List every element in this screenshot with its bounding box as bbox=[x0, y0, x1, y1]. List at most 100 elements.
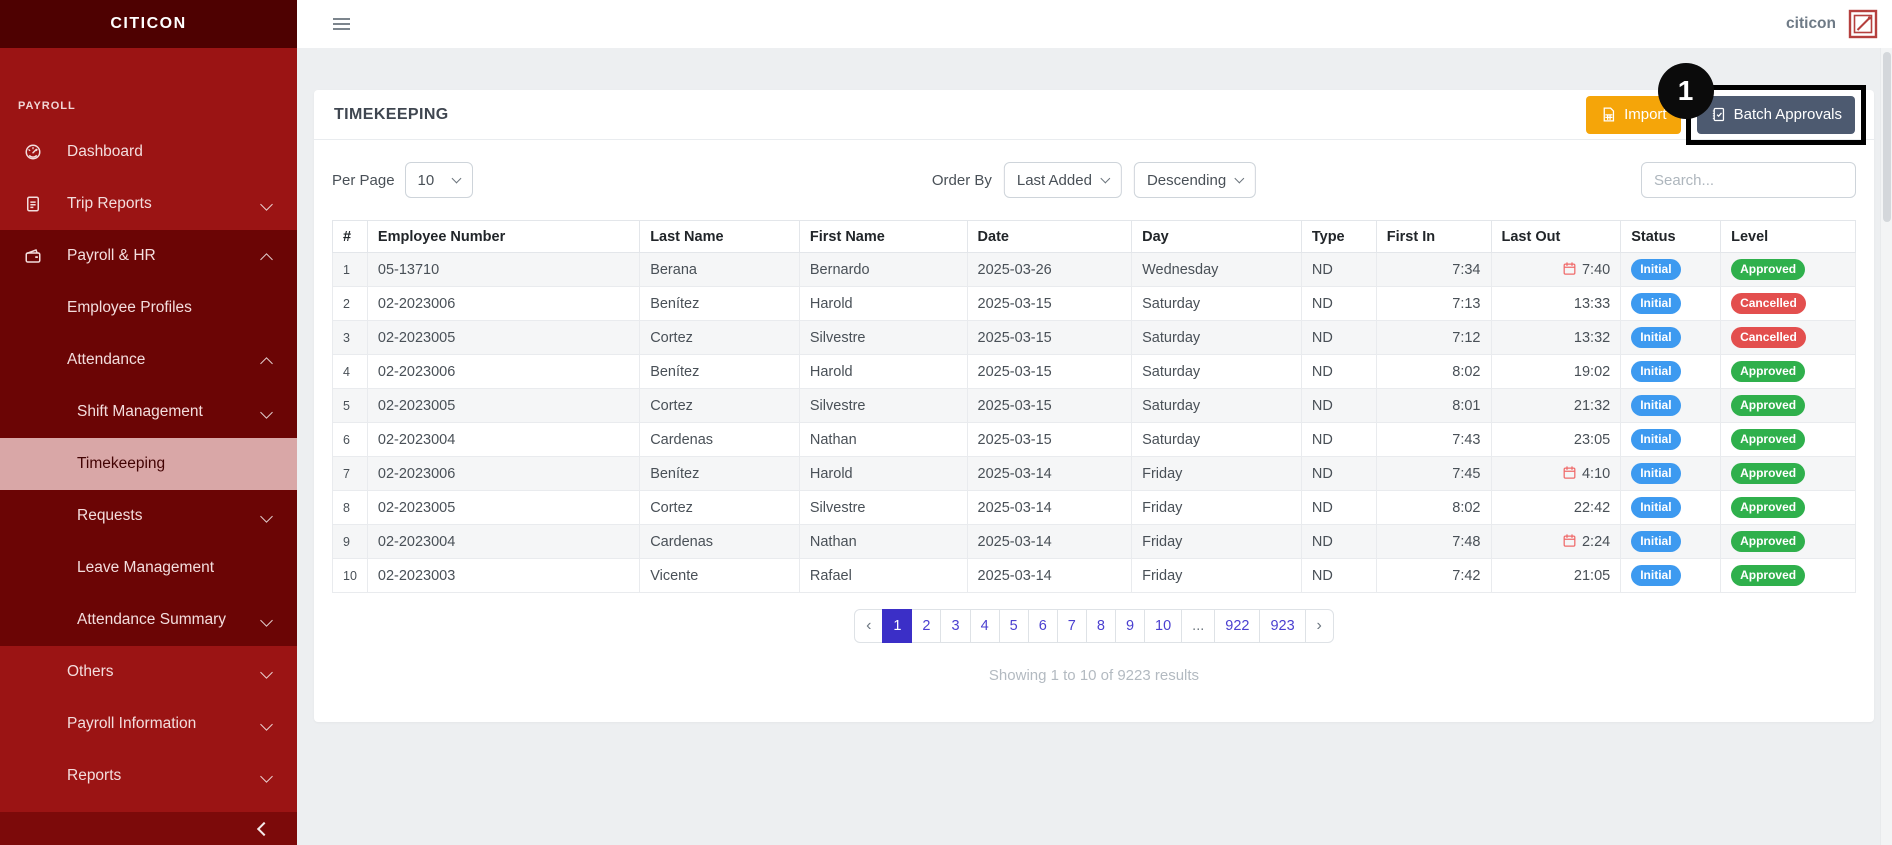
table-row[interactable]: 1002-2023003VicenteRafael2025-03-14Frida… bbox=[333, 559, 1856, 593]
per-page-select[interactable]: 10 bbox=[405, 162, 473, 198]
pagination-page-3[interactable]: 3 bbox=[940, 609, 970, 643]
cell-row-number: 10 bbox=[333, 559, 368, 593]
pagination-prev[interactable]: ‹ bbox=[854, 609, 883, 643]
sidebar-item-label: Payroll Information bbox=[0, 715, 196, 733]
table-row[interactable]: 902-2023004CardenasNathan2025-03-14Frida… bbox=[333, 525, 1856, 559]
cell-status: Initial bbox=[1621, 457, 1721, 491]
level-badge: Approved bbox=[1731, 497, 1805, 517]
sidebar-item-dashboard[interactable]: Dashboard bbox=[0, 126, 297, 178]
panel-header: TIMEKEEPING Import 1 bbox=[314, 90, 1874, 140]
status-badge: Initial bbox=[1631, 327, 1680, 347]
chevron-down-icon bbox=[1235, 174, 1245, 184]
sidebar-item-trip-reports[interactable]: Trip Reports bbox=[0, 178, 297, 230]
cell-first-in: 7:34 bbox=[1376, 253, 1491, 287]
cell-date: 2025-03-14 bbox=[967, 457, 1132, 491]
table-row[interactable]: 402-2023006BenítezHarold2025-03-15Saturd… bbox=[333, 355, 1856, 389]
cell-row-number: 9 bbox=[333, 525, 368, 559]
pagination-page-7[interactable]: 7 bbox=[1057, 609, 1087, 643]
sidebar-collapse-button[interactable] bbox=[0, 812, 297, 845]
cell-type: ND bbox=[1301, 355, 1376, 389]
cell-last-out: 13:32 bbox=[1491, 321, 1621, 355]
pagination-page-9[interactable]: 9 bbox=[1115, 609, 1145, 643]
sidebar-item-label: Leave Management bbox=[0, 559, 214, 577]
pagination-page-4[interactable]: 4 bbox=[970, 609, 1000, 643]
sidebar-item-label: Others bbox=[0, 663, 114, 681]
table-row[interactable]: 702-2023006BenítezHarold2025-03-14Friday… bbox=[333, 457, 1856, 491]
sidebar-item-leave-management[interactable]: Leave Management bbox=[0, 542, 297, 594]
cell-employee-number: 02-2023006 bbox=[367, 457, 639, 491]
cell-date: 2025-03-15 bbox=[967, 287, 1132, 321]
timekeeping-table: #Employee NumberLast NameFirst NameDateD… bbox=[332, 220, 1856, 593]
cell-type: ND bbox=[1301, 525, 1376, 559]
cell-day: Saturday bbox=[1132, 423, 1302, 457]
order-by-field-select[interactable]: Last Added bbox=[1004, 162, 1122, 198]
cell-first-name: Harold bbox=[799, 355, 967, 389]
level-badge: Approved bbox=[1731, 395, 1805, 415]
cell-last-out: 2:24 bbox=[1491, 525, 1621, 559]
scrollbar-thumb[interactable] bbox=[1883, 52, 1891, 222]
sidebar-item-reports[interactable]: Reports bbox=[0, 750, 297, 802]
cell-date: 2025-03-14 bbox=[967, 559, 1132, 593]
cell-last-out: 19:02 bbox=[1491, 355, 1621, 389]
sidebar-item-attendance-summary[interactable]: Attendance Summary bbox=[0, 594, 297, 646]
search-input[interactable] bbox=[1641, 162, 1856, 198]
cell-employee-number: 02-2023005 bbox=[367, 491, 639, 525]
topbar-brand-text: citicon bbox=[1786, 15, 1836, 33]
sidebar-item-shift-management[interactable]: Shift Management bbox=[0, 386, 297, 438]
table-row[interactable]: 502-2023005CortezSilvestre2025-03-15Satu… bbox=[333, 389, 1856, 423]
cell-date: 2025-03-15 bbox=[967, 321, 1132, 355]
order-by-direction-select[interactable]: Descending bbox=[1134, 162, 1256, 198]
status-badge: Initial bbox=[1631, 497, 1680, 517]
level-badge: Approved bbox=[1731, 531, 1805, 551]
import-file-icon bbox=[1600, 106, 1617, 123]
table-row[interactable]: 302-2023005CortezSilvestre2025-03-15Satu… bbox=[333, 321, 1856, 355]
cell-level: Approved bbox=[1721, 355, 1856, 389]
cell-row-number: 8 bbox=[333, 491, 368, 525]
table-row[interactable]: 202-2023006BenítezHarold2025-03-15Saturd… bbox=[333, 287, 1856, 321]
pagination-page-8[interactable]: 8 bbox=[1086, 609, 1116, 643]
hamburger-menu-icon[interactable] bbox=[333, 15, 351, 33]
pagination-next[interactable]: › bbox=[1305, 609, 1334, 643]
cell-row-number: 4 bbox=[333, 355, 368, 389]
cell-day: Friday bbox=[1132, 525, 1302, 559]
sidebar-item-timekeeping[interactable]: Timekeeping bbox=[0, 438, 297, 490]
cell-last-out: 13:33 bbox=[1491, 287, 1621, 321]
sidebar-item-employee-profiles[interactable]: Employee Profiles bbox=[0, 282, 297, 334]
cell-date: 2025-03-15 bbox=[967, 389, 1132, 423]
status-badge: Initial bbox=[1631, 361, 1680, 381]
table-row[interactable]: 105-13710BeranaBernardo2025-03-26Wednesd… bbox=[333, 253, 1856, 287]
pagination-page-6[interactable]: 6 bbox=[1028, 609, 1058, 643]
cell-type: ND bbox=[1301, 559, 1376, 593]
cell-day: Friday bbox=[1132, 559, 1302, 593]
sidebar-item-payroll-information[interactable]: Payroll Information bbox=[0, 698, 297, 750]
batch-approvals-button[interactable]: Batch Approvals bbox=[1697, 96, 1855, 134]
pagination-page-923[interactable]: 923 bbox=[1259, 609, 1305, 643]
cell-last-out: 4:10 bbox=[1491, 457, 1621, 491]
sidebar-item-attendance[interactable]: Attendance bbox=[0, 334, 297, 386]
chevron-up-icon bbox=[260, 253, 273, 266]
scrollbar[interactable] bbox=[1880, 48, 1892, 845]
sidebar-item-payroll-hr[interactable]: Payroll & HR bbox=[0, 230, 297, 282]
brand-logo-icon bbox=[1848, 9, 1878, 39]
cell-first-name: Harold bbox=[799, 287, 967, 321]
column-header-status: Status bbox=[1621, 221, 1721, 253]
table-row[interactable]: 602-2023004CardenasNathan2025-03-15Satur… bbox=[333, 423, 1856, 457]
sidebar-item-others[interactable]: Others bbox=[0, 646, 297, 698]
table-row[interactable]: 802-2023005CortezSilvestre2025-03-14Frid… bbox=[333, 491, 1856, 525]
status-badge: Initial bbox=[1631, 293, 1680, 313]
pagination-page-2[interactable]: 2 bbox=[911, 609, 941, 643]
cell-date: 2025-03-14 bbox=[967, 491, 1132, 525]
pagination-page-5[interactable]: 5 bbox=[999, 609, 1029, 643]
pagination-page-922[interactable]: 922 bbox=[1214, 609, 1260, 643]
cell-status: Initial bbox=[1621, 355, 1721, 389]
sidebar-item-label: Shift Management bbox=[0, 403, 203, 421]
sidebar-item-requests[interactable]: Requests bbox=[0, 490, 297, 542]
table-controls: Per Page 10 Order By Last Added bbox=[332, 162, 1856, 198]
pagination-page-10[interactable]: 10 bbox=[1144, 609, 1182, 643]
chevron-down-icon bbox=[260, 614, 273, 627]
cell-employee-number: 02-2023004 bbox=[367, 423, 639, 457]
document-icon bbox=[24, 195, 42, 213]
pagination-page-1[interactable]: 1 bbox=[882, 609, 912, 643]
chevron-up-icon bbox=[260, 357, 273, 370]
cell-employee-number: 02-2023006 bbox=[367, 355, 639, 389]
